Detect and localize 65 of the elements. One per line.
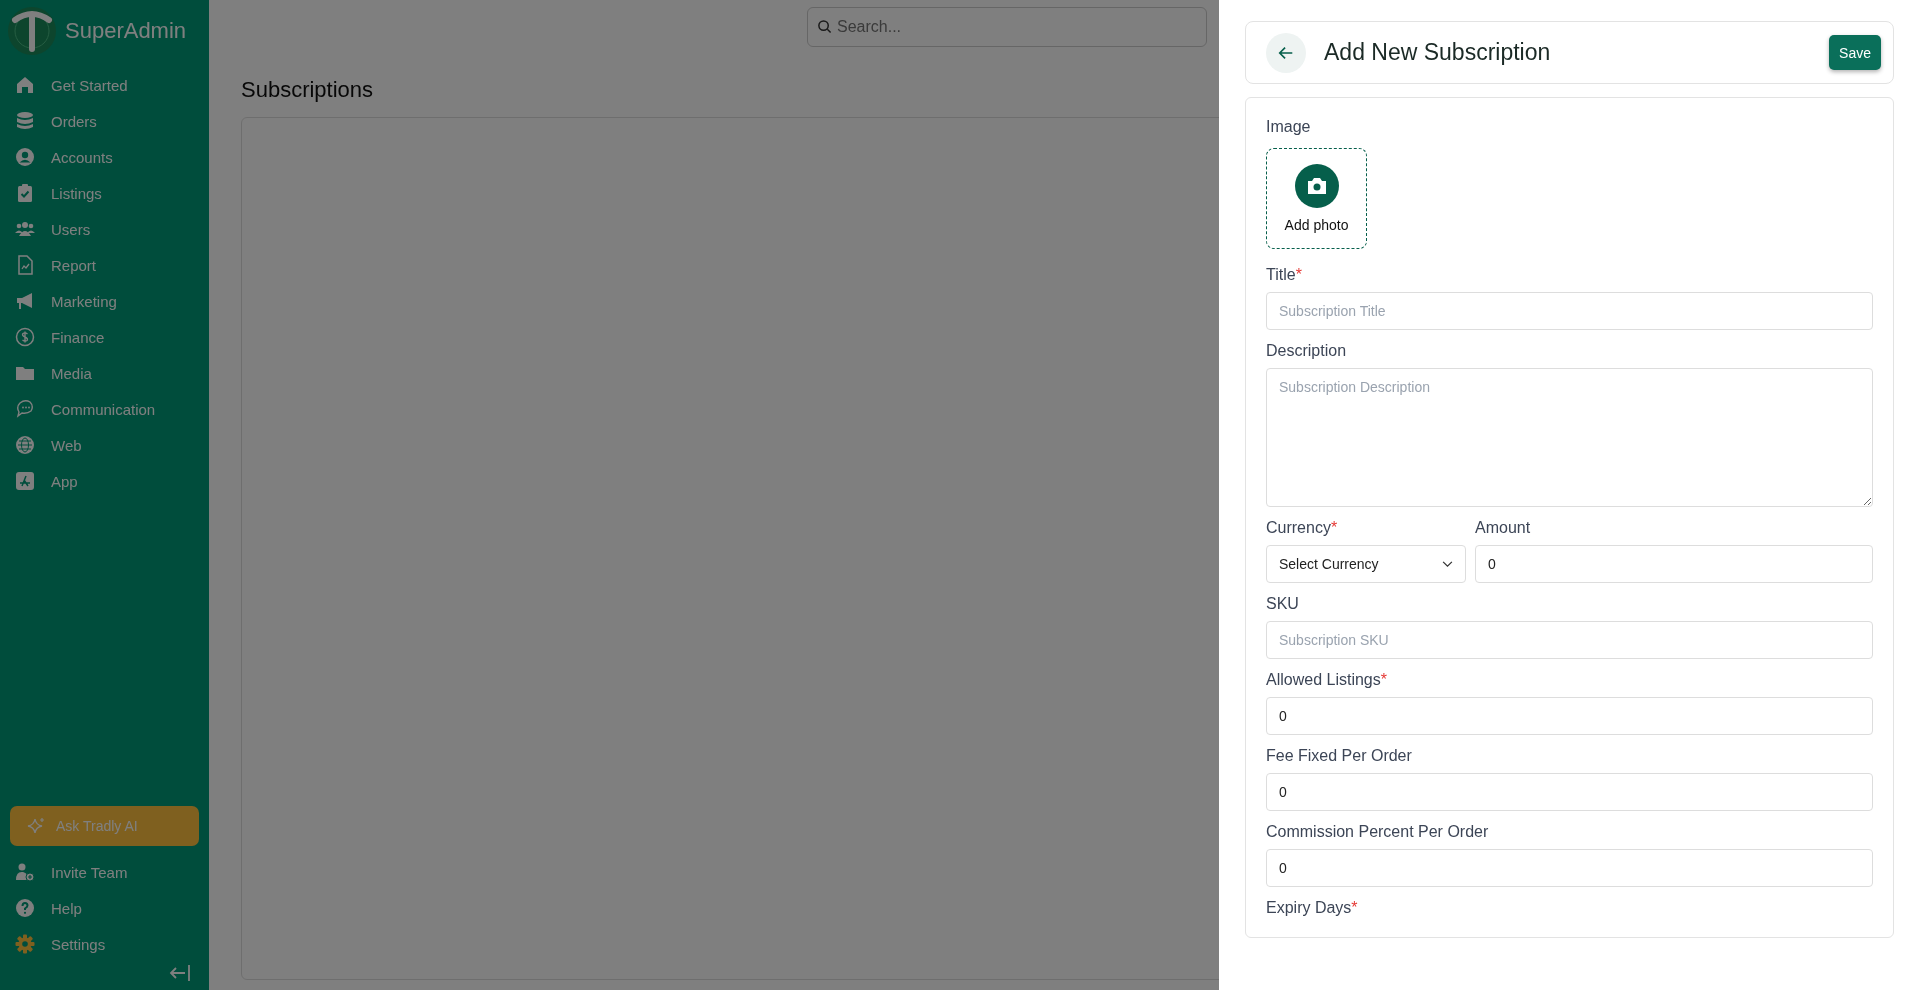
sidebar-item[interactable]: Settings [0,926,209,962]
input-field[interactable]: Subscription Title [1266,292,1873,330]
input-field[interactable]: 0 [1266,849,1873,887]
user-icon [15,147,35,167]
dollar-icon [15,327,35,347]
required-mark: * [1351,899,1358,917]
home-icon [15,75,35,95]
sidebar-item[interactable]: Get Started [0,67,209,103]
input-field[interactable]: 0 [1475,545,1873,583]
field-label: Description [1266,342,1347,360]
user-add-icon [15,862,35,882]
sidebar-item[interactable]: Report [0,247,209,283]
required-mark: * [1330,519,1338,537]
field-label: Commission Percent Per Order [1266,823,1489,841]
field-label: Image [1266,118,1312,136]
field-label: Amount [1475,519,1531,537]
currency-dropdown[interactable]: Select Currency [1266,545,1466,583]
add-photo-button[interactable]: Add photo [1266,148,1367,249]
sidebar-item[interactable]: Communication [0,391,209,427]
input-field[interactable]: Subscription SKU [1266,621,1873,659]
field-label: Allowed Listings [1266,671,1381,689]
field-label: SKU [1266,595,1299,613]
input-field[interactable]: 0 [1266,773,1873,811]
sidebar-item[interactable]: Orders [0,103,209,139]
database-icon [15,111,35,131]
sidebar-item[interactable]: Finance [0,319,209,355]
sidebar-item[interactable]: Marketing [0,283,209,319]
drawer-title: Add New Subscription [1324,39,1552,66]
sidebar-item[interactable]: Accounts [0,139,209,175]
chevron-down-icon [1442,560,1453,568]
sparkle-icon [26,816,46,836]
required-mark: * [1380,671,1387,689]
sidebar-item[interactable]: Help [0,890,209,926]
sidebar-item[interactable]: Media [0,355,209,391]
collapse-sidebar-icon[interactable] [169,964,191,982]
app-store-icon [15,471,35,491]
chat-icon [15,399,35,419]
sidebar-item[interactable]: Web [0,427,209,463]
users-icon [15,219,35,239]
logo-icon [7,6,57,56]
input-field[interactable]: 0 [1266,697,1873,735]
ask-ai-button[interactable]: Ask Tradly AI [10,806,199,846]
required-mark: * [1295,266,1302,284]
globe-icon [15,435,35,455]
camera-icon [1294,164,1339,208]
back-button[interactable] [1266,32,1306,73]
help-icon [15,898,35,918]
megaphone-icon [15,291,35,311]
clipboard-check-icon [15,183,35,203]
field-label: Expiry Days [1266,899,1352,917]
sidebar-item[interactable]: App [0,463,209,499]
sidebar-item[interactable]: Invite Team [0,854,209,890]
report-icon [15,255,35,275]
search-field[interactable]: Search... [807,7,1207,47]
search-icon [817,19,832,34]
text-area[interactable]: Subscription Description [1266,368,1873,507]
field-label: Title [1266,266,1296,284]
field-label: Currency [1266,519,1331,537]
page-title: Subscriptions [241,77,375,103]
brand-name: SuperAdmin [65,18,187,44]
field-label: Fee Fixed Per Order [1266,747,1412,765]
sidebar-item[interactable]: Listings [0,175,209,211]
settings-icon [15,934,35,954]
sidebar-item[interactable]: Users [0,211,209,247]
save-button[interactable]: Save [1829,35,1881,70]
